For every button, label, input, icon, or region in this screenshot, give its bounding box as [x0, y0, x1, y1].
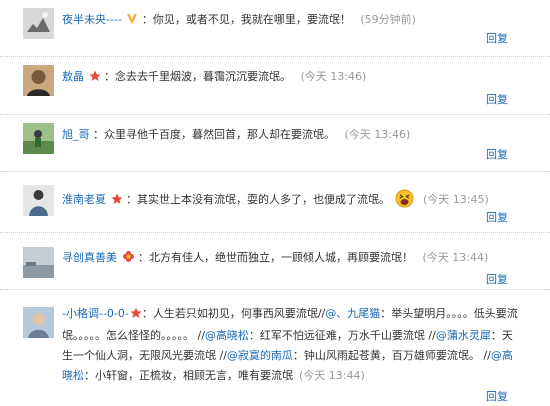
comment-user[interactable]: 敖晶	[62, 70, 84, 83]
comment-item: 寻创真善美 ：北方有佳人，绝世而独立，一顾倾人城，再顾要流氓！ (今天 13:4…	[0, 233, 550, 290]
comment-body: ：小轩窗，正梳妆，相顾无言，唯有要流氓	[84, 369, 293, 382]
comment-text: 夜半未央---- ：你见，或者不见，我就在哪里，要流氓！ (59分钟前)	[62, 10, 532, 31]
comment-body: ：其实世上本没有流氓，耍的人多了，也便成了流氓。	[126, 193, 390, 206]
avatar[interactable]	[23, 8, 54, 39]
reply-link[interactable]: 回复	[486, 209, 508, 225]
comment-time: (今天 13:44)	[299, 369, 365, 382]
avatar[interactable]	[23, 247, 54, 278]
avatar[interactable]	[23, 65, 54, 96]
comment-list: 夜半未央---- ：你见，或者不见，我就在哪里，要流氓！ (59分钟前) 回复 …	[0, 0, 550, 406]
comment-item: 旭_哥 ：众里寻他千百度，暮然回首，那人却在要流氓。 (今天 13:46) 回复	[0, 115, 550, 172]
laughing-face-icon	[395, 189, 414, 214]
comment-user[interactable]: 夜半未央----	[62, 13, 122, 26]
comment-time: (今天 13:46)	[300, 70, 367, 83]
comment-text: -小格调--0-0- ：人生若只如初见，何事西风要流氓//@、九尾猫：举头望明月。…	[62, 304, 520, 386]
comment-item: 夜半未央---- ：你见，或者不见，我就在哪里，要流氓！ (59分钟前) 回复	[0, 0, 550, 57]
reply-link[interactable]: 回复	[486, 91, 508, 107]
reply-link[interactable]: 回复	[486, 30, 508, 46]
comment-body: ：红军不怕远征难，万水千山要流氓 //	[248, 329, 436, 342]
comment-time: (今天 13:46)	[344, 128, 411, 141]
comment-time: (59分钟前)	[360, 13, 416, 26]
mention-link[interactable]: @高晓松	[205, 329, 249, 342]
mention-link[interactable]: @、九尾猫	[325, 307, 380, 320]
star-badge-icon	[88, 69, 101, 88]
v-badge-icon	[126, 12, 138, 31]
avatar[interactable]	[23, 123, 54, 154]
comment-user[interactable]: -小格调--0-0-	[62, 307, 129, 320]
comment-text: 淮南老夏 ：其实世上本没有流氓，耍的人多了，也便成了流氓。 (今天 13:45)	[62, 189, 532, 214]
comment-body: ：北方有佳人，绝世而独立，一顾倾人城，再顾要流氓！	[138, 251, 413, 264]
comment-body: ：众里寻他千百度，暮然回首，那人却在要流氓。	[93, 128, 335, 141]
avatar[interactable]	[23, 307, 54, 338]
reply-link[interactable]: 回复	[486, 271, 508, 287]
star-badge-icon	[130, 306, 142, 326]
comment-user[interactable]: 淮南老夏	[62, 193, 106, 206]
mention-link[interactable]: @蒲水灵犀	[436, 329, 491, 342]
comment-text: 寻创真善美 ：北方有佳人，绝世而独立，一顾倾人城，再顾要流氓！ (今天 13:4…	[62, 248, 532, 269]
reply-link[interactable]: 回复	[486, 388, 508, 404]
comment-time: (今天 13:45)	[423, 193, 489, 206]
flower-badge-icon	[122, 250, 135, 269]
comment-user[interactable]: 旭_哥	[62, 128, 90, 141]
comment-body: ：人生若只如初见，何事西风要流氓	[141, 307, 318, 320]
comment-text: 敖晶 ：念去去千里烟波，暮霭沉沉要流氓。 (今天 13:46)	[62, 67, 532, 88]
comment-item: -小格调--0-0- ：人生若只如初见，何事西风要流氓//@、九尾猫：举头望明月。…	[0, 290, 550, 406]
mention-link[interactable]: @寂寞的南瓜	[227, 349, 293, 362]
avatar[interactable]	[23, 185, 54, 216]
comment-user[interactable]: 寻创真善美	[62, 251, 117, 264]
comment-time: (今天 13:44)	[422, 251, 489, 264]
comment-body: ：你见，或者不见，我就在哪里，要流氓！	[141, 13, 351, 26]
repost-separator: //	[194, 329, 205, 342]
star-badge-icon	[110, 192, 123, 211]
reply-link[interactable]: 回复	[486, 146, 508, 162]
comment-body: ：念去去千里烟波，暮霭沉沉要流氓。	[104, 70, 291, 83]
comment-item: 淮南老夏 ：其实世上本没有流氓，耍的人多了，也便成了流氓。 (今天 13:45)…	[0, 172, 550, 233]
comment-body: ：钟山风雨起苍黄，百万雄师要流氓。 //	[292, 349, 491, 362]
comment-item: 敖晶 ：念去去千里烟波，暮霭沉沉要流氓。 (今天 13:46) 回复	[0, 57, 550, 115]
comment-text: 旭_哥 ：众里寻他千百度，暮然回首，那人却在要流氓。 (今天 13:46)	[62, 125, 532, 144]
